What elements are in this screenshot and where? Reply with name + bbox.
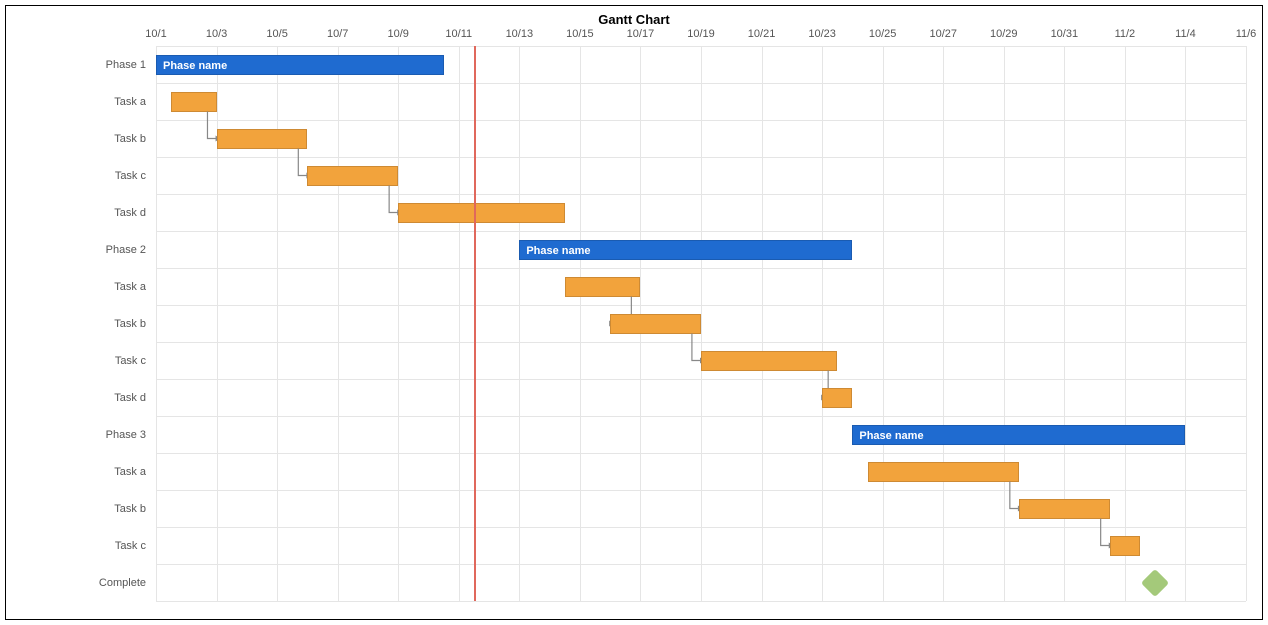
grid-vline bbox=[943, 46, 944, 601]
date-tick-label: 11/4 bbox=[1175, 28, 1196, 40]
phase-bar: Phase name bbox=[519, 240, 852, 260]
grid-vline bbox=[459, 46, 460, 601]
milestone-diamond bbox=[1141, 568, 1169, 596]
date-tick-label: 10/5 bbox=[266, 28, 287, 40]
date-tick-label: 10/31 bbox=[1051, 28, 1079, 40]
row-label: Task b bbox=[114, 318, 146, 330]
row-label: Phase 2 bbox=[106, 244, 146, 256]
grid-hline bbox=[156, 46, 1246, 47]
today-line bbox=[474, 46, 476, 601]
task-bar bbox=[171, 92, 216, 112]
grid-hline bbox=[156, 490, 1246, 491]
date-tick-label: 10/13 bbox=[506, 28, 534, 40]
grid-vline bbox=[762, 46, 763, 601]
task-bar bbox=[822, 388, 852, 408]
grid-hline bbox=[156, 416, 1246, 417]
date-tick-label: 10/17 bbox=[627, 28, 655, 40]
grid-hline bbox=[156, 194, 1246, 195]
row-label: Task a bbox=[114, 96, 146, 108]
grid-hline bbox=[156, 527, 1246, 528]
grid-hline bbox=[156, 601, 1246, 602]
grid-vline bbox=[701, 46, 702, 601]
bar-label: Phase name bbox=[853, 426, 1184, 446]
row-label: Task d bbox=[114, 392, 146, 404]
date-tick-label: 10/1 bbox=[145, 28, 166, 40]
grid-hline bbox=[156, 305, 1246, 306]
grid-vline bbox=[519, 46, 520, 601]
grid-vline bbox=[1246, 46, 1247, 601]
phase-bar: Phase name bbox=[852, 425, 1185, 445]
grid-vline bbox=[156, 46, 157, 601]
grid-vline bbox=[822, 46, 823, 601]
date-tick-label: 11/6 bbox=[1236, 28, 1257, 40]
grid-hline bbox=[156, 564, 1246, 565]
date-tick-label: 10/15 bbox=[566, 28, 594, 40]
row-label: Complete bbox=[99, 577, 146, 589]
date-tick-label: 10/11 bbox=[445, 28, 472, 40]
row-label: Task c bbox=[115, 170, 146, 182]
row-label: Task c bbox=[115, 355, 146, 367]
task-bar bbox=[701, 351, 837, 371]
task-bar bbox=[565, 277, 641, 297]
grid-vline bbox=[580, 46, 581, 601]
task-bar bbox=[1110, 536, 1140, 556]
grid-hline bbox=[156, 379, 1246, 380]
row-label: Task d bbox=[114, 207, 146, 219]
date-tick-label: 11/2 bbox=[1115, 28, 1136, 40]
grid-vline bbox=[1125, 46, 1126, 601]
date-tick-label: 10/29 bbox=[990, 28, 1018, 40]
grid-hline bbox=[156, 453, 1246, 454]
task-bar bbox=[868, 462, 1019, 482]
row-label: Phase 3 bbox=[106, 429, 146, 441]
gantt-chart: Gantt Chart 10/1 10/3 10/5 10/7 10/9 10/11 10/… bbox=[5, 5, 1263, 620]
task-bar bbox=[1019, 499, 1110, 519]
date-tick-label: 10/19 bbox=[687, 28, 715, 40]
grid-hline bbox=[156, 268, 1246, 269]
bar-label: Phase name bbox=[520, 241, 851, 261]
grid-hline bbox=[156, 157, 1246, 158]
task-bar bbox=[217, 129, 308, 149]
row-label: Task c bbox=[115, 540, 146, 552]
task-bar bbox=[398, 203, 565, 223]
grid-hline bbox=[156, 342, 1246, 343]
row-label: Task a bbox=[114, 281, 146, 293]
phase-bar: Phase name bbox=[156, 55, 444, 75]
grid-hline bbox=[156, 120, 1246, 121]
grid-hline bbox=[156, 231, 1246, 232]
date-tick-label: 10/3 bbox=[206, 28, 227, 40]
date-tick-label: 10/7 bbox=[327, 28, 348, 40]
task-bar bbox=[307, 166, 398, 186]
row-label: Task b bbox=[114, 133, 146, 145]
grid-vline bbox=[338, 46, 339, 601]
grid-vline bbox=[398, 46, 399, 601]
grid-hline bbox=[156, 83, 1246, 84]
grid-vline bbox=[883, 46, 884, 601]
row-label: Phase 1 bbox=[106, 59, 146, 71]
grid-vline bbox=[1185, 46, 1186, 601]
date-tick-label: 10/25 bbox=[869, 28, 897, 40]
task-bar bbox=[610, 314, 701, 334]
grid-vline bbox=[1004, 46, 1005, 601]
bar-label: Phase name bbox=[157, 56, 443, 76]
date-tick-label: 10/27 bbox=[929, 28, 957, 40]
row-label: Task b bbox=[114, 503, 146, 515]
x-axis-labels: 10/110/310/510/710/910/1110/1310/1510/17… bbox=[156, 28, 1246, 44]
plot-area: Phase name Phase name Phase name bbox=[156, 46, 1246, 601]
date-tick-label: 10/23 bbox=[808, 28, 836, 40]
date-tick-label: 10/21 bbox=[748, 28, 776, 40]
chart-title: Gantt Chart bbox=[6, 12, 1262, 27]
row-label: Task a bbox=[114, 466, 146, 478]
date-tick-label: 10/9 bbox=[388, 28, 409, 40]
